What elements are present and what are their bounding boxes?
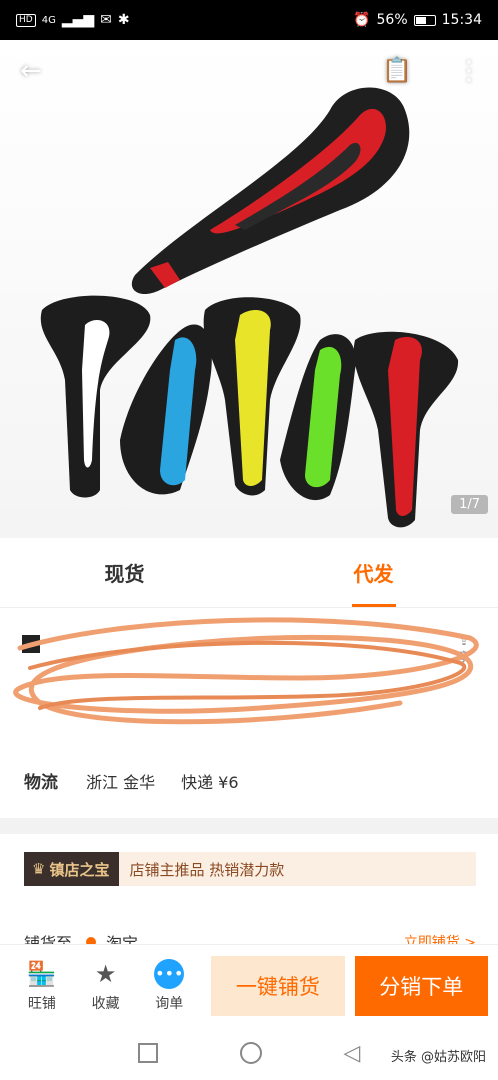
tab-in-stock[interactable]: 现货 xyxy=(0,538,249,607)
signal-strength: 4G xyxy=(41,14,56,26)
system-nav-bar: ◁ 头条 @姑苏欧阳 xyxy=(0,1026,498,1080)
shop-icon: 🏪 xyxy=(26,959,57,988)
clock: 15:34 xyxy=(441,12,482,28)
store-treasure-tag[interactable]: ♛ 镇店之宝 店铺主推品 热销潜力款 xyxy=(24,852,476,886)
product-image-gallery[interactable]: ← 📋 ⋮ 1/7 xyxy=(0,40,498,538)
one-click-distribute-button[interactable]: 一键铺货 xyxy=(211,955,345,1016)
recent-apps-icon[interactable] xyxy=(137,1043,158,1063)
favorite-label: 收藏 xyxy=(91,995,120,1012)
mail-icon: ✉ xyxy=(100,12,112,28)
treasure-badge: ♛ 镇店之宝 xyxy=(24,852,120,886)
shop-button[interactable]: 🏪 旺铺 xyxy=(10,959,74,1013)
saddle-product-image xyxy=(40,87,459,528)
product-info-card: ⇪ 享 物流 浙江 金华 快递 ¥6 xyxy=(0,608,498,818)
distribute-order-button[interactable]: 分销下单 xyxy=(354,955,488,1016)
share-label: 享 xyxy=(457,650,470,664)
product-title-redacted xyxy=(22,630,442,690)
screen: HD 4G ▂▄▆ ✉ ✱ ⏰ 56% 15:34 ← 📋 ⋮ 1/7 现货 代… xyxy=(0,0,498,1080)
image-counter: 1/7 xyxy=(451,495,488,514)
crown-icon: ♛ xyxy=(32,860,46,878)
status-bar: HD 4G ▂▄▆ ✉ ✱ ⏰ 56% 15:34 xyxy=(0,0,498,40)
shop-label: 旺铺 xyxy=(27,995,56,1012)
app-icon: ✱ xyxy=(117,12,130,28)
title-icon xyxy=(22,634,40,653)
inquiry-button[interactable]: ••• 询单 xyxy=(137,958,201,1013)
mode-tabs: 现货 代发 xyxy=(0,538,498,608)
logistics-label: 物流 xyxy=(24,773,58,793)
treasure-badge-label: 镇店之宝 xyxy=(49,860,110,879)
favorite-button[interactable]: ★ 收藏 xyxy=(74,959,138,1013)
star-icon: ★ xyxy=(94,959,117,988)
battery-icon xyxy=(413,14,436,26)
network-badge: HD xyxy=(16,13,36,27)
battery-percent: 56% xyxy=(376,12,408,28)
inquiry-label: 询单 xyxy=(155,995,184,1012)
treasure-description: 店铺主推品 热销潜力款 xyxy=(129,860,285,879)
logistics-location: 浙江 金华 xyxy=(86,772,156,792)
home-icon[interactable] xyxy=(239,1042,262,1064)
back-icon[interactable]: ◁ xyxy=(344,1041,361,1066)
alarm-icon: ⏰ xyxy=(353,12,371,28)
chat-icon: ••• xyxy=(154,958,185,989)
signal-icon: ▂▄▆ xyxy=(61,12,95,28)
tab-dropship[interactable]: 代发 xyxy=(249,538,498,607)
share-icon: ⇪ xyxy=(458,634,470,648)
store-treasure-card: ♛ 镇店之宝 店铺主推品 热销潜力款 铺货至 淘宝 立即铺货 > xyxy=(0,834,498,954)
watermark: 头条 @姑苏欧阳 xyxy=(390,1050,486,1065)
logistics-shipping: 快递 ¥6 xyxy=(181,772,239,792)
bottom-action-bar: 🏪 旺铺 ★ 收藏 ••• 询单 一键铺货 分销下单 xyxy=(0,944,498,1026)
share-button[interactable]: ⇪ 享 xyxy=(452,634,476,665)
logistics-row: 物流 浙江 金华 快递 ¥6 xyxy=(24,768,265,794)
